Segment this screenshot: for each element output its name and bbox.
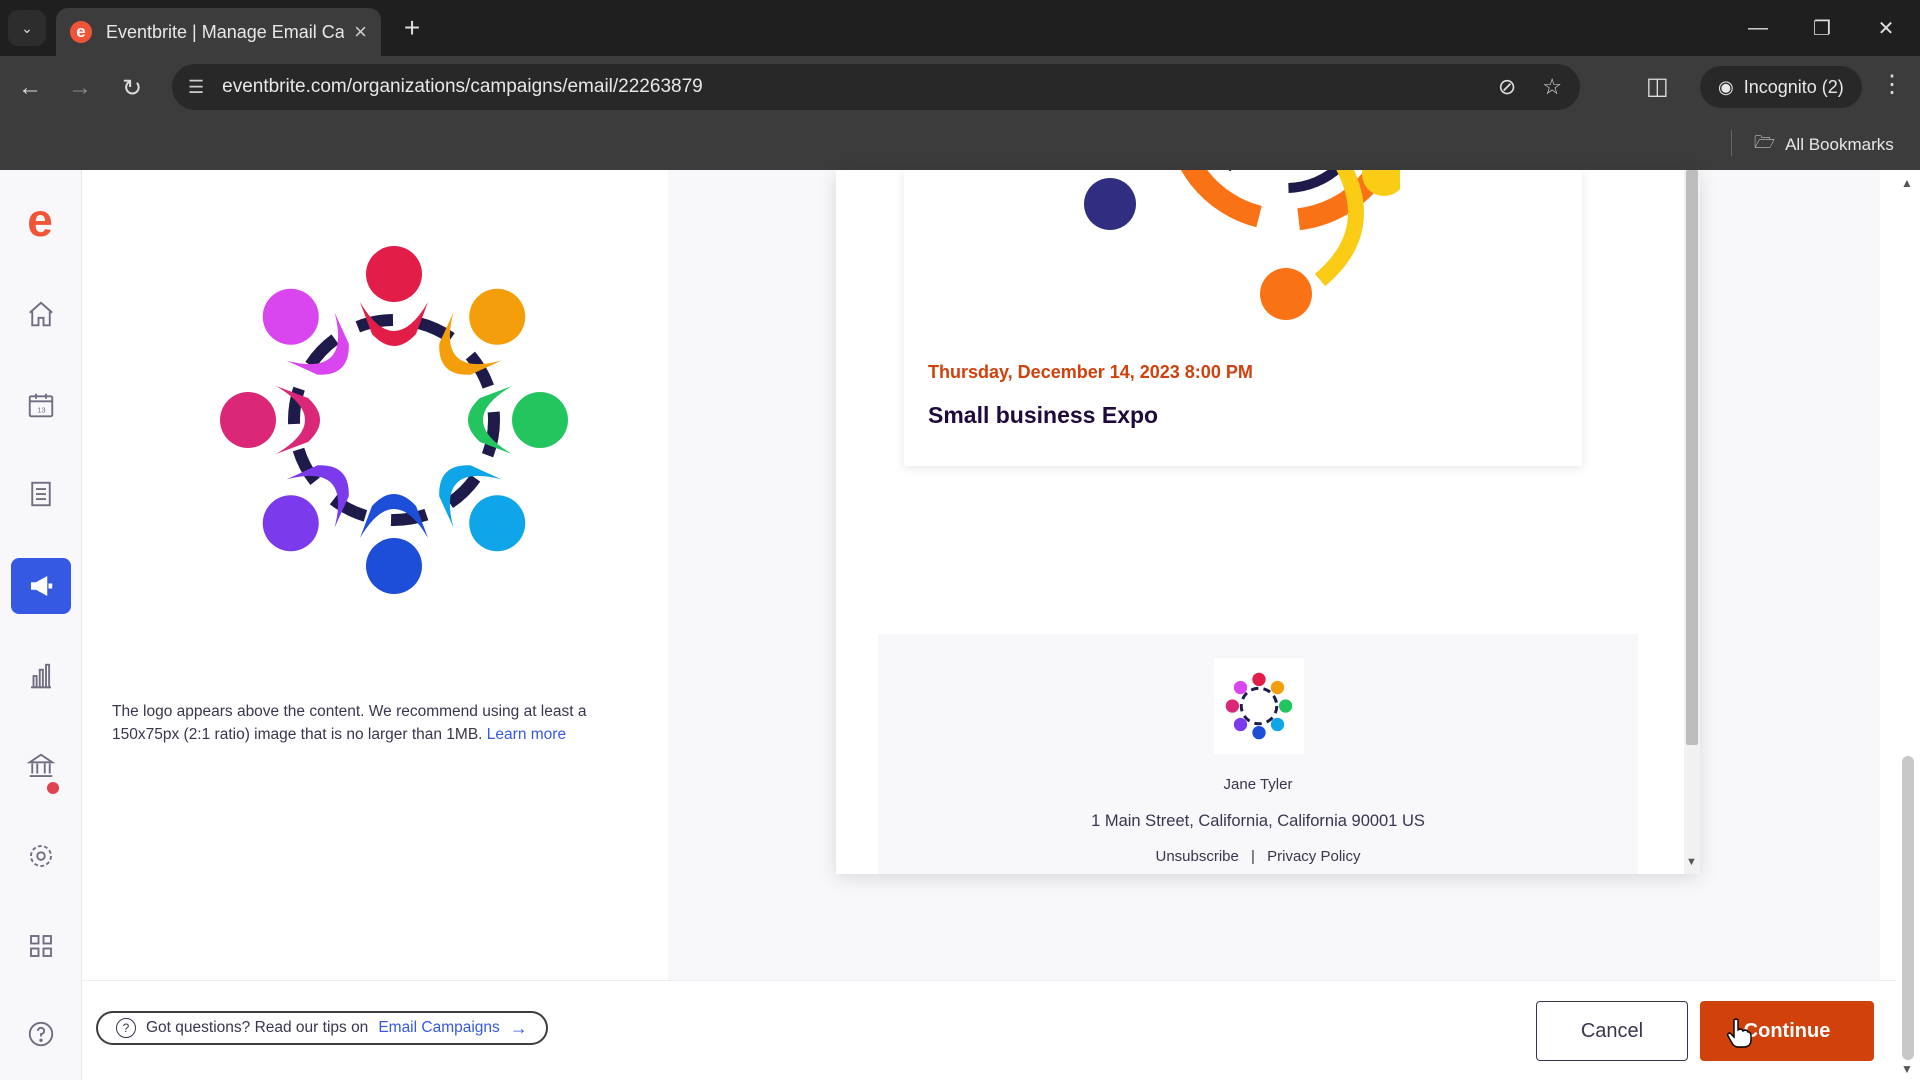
question-icon: ? xyxy=(116,1018,136,1038)
email-campaigns-link[interactable]: Email Campaigns xyxy=(378,1019,499,1037)
action-bar: ? Got questions? Read our tips on Email … xyxy=(82,980,1896,1080)
footer-links: Unsubscribe | Privacy Policy xyxy=(878,848,1638,865)
organizer-address: 1 Main Street, California, California 90… xyxy=(1091,812,1425,830)
calendar-icon: 13 xyxy=(28,393,54,418)
page-scrollbar-thumb[interactable] xyxy=(1902,756,1914,1060)
nav-finance[interactable] xyxy=(11,738,71,794)
learn-more-link[interactable]: Learn more xyxy=(487,726,566,743)
tab-search-button[interactable]: ⌄ xyxy=(8,10,46,46)
page-scroll-up-icon[interactable]: ▲ xyxy=(1901,176,1913,190)
event-title: Small business Expo xyxy=(928,402,1159,428)
home-icon xyxy=(29,301,53,327)
hand-cursor-icon xyxy=(1727,1018,1752,1048)
side-nav: e 13 xyxy=(0,170,82,1080)
event-date: Thursday, December 14, 2023 8:00 PM xyxy=(928,362,1253,382)
browser-toolbar: ← → ↻ ☰ eventbrite.com/organizations/cam… xyxy=(0,56,1920,118)
megaphone-icon xyxy=(31,576,53,596)
tab-title: Eventbrite | Manage Email Campaigns xyxy=(106,21,345,42)
bookmarks-divider xyxy=(1731,130,1732,156)
browser-tab[interactable]: e Eventbrite | Manage Email Campaigns × xyxy=(56,8,381,56)
organizer-logo-image[interactable] xyxy=(112,170,632,670)
organizer-logo-small-icon xyxy=(1225,672,1293,740)
footer-logo xyxy=(1214,658,1304,754)
link-separator: | xyxy=(1251,848,1255,865)
unsubscribe-link[interactable]: Unsubscribe xyxy=(1156,848,1239,865)
address-bar[interactable]: ☰ eventbrite.com/organizations/campaigns… xyxy=(172,64,1580,110)
window-close-icon[interactable]: ✕ xyxy=(1866,10,1906,46)
event-card[interactable]: Thursday, December 14, 2023 8:00 PM Smal… xyxy=(904,170,1582,466)
incognito-badge[interactable]: ◉ Incognito (2) xyxy=(1700,66,1862,108)
eventbrite-favicon-icon: e xyxy=(70,21,92,43)
tips-banner[interactable]: ? Got questions? Read our tips on Email … xyxy=(96,1011,548,1045)
all-bookmarks-label: All Bookmarks xyxy=(1785,134,1894,154)
bookmark-star-icon[interactable]: ☆ xyxy=(1542,74,1562,100)
incognito-label: Incognito (2) xyxy=(1743,76,1844,97)
page-scrollbar[interactable]: ▲ ▼ xyxy=(1896,170,1920,1080)
eventbrite-logo-icon[interactable]: e xyxy=(18,197,62,244)
new-tab-button[interactable]: + xyxy=(396,12,428,44)
folder-icon: 🗁 xyxy=(1754,133,1776,152)
privacy-policy-link[interactable]: Privacy Policy xyxy=(1267,848,1360,865)
nav-marketing[interactable] xyxy=(11,558,71,614)
arrow-right-icon: → xyxy=(509,1017,528,1038)
back-icon[interactable]: ← xyxy=(10,68,50,108)
browser-menu-icon[interactable]: ⋮ xyxy=(1880,70,1904,99)
logo-editor-panel: The logo appears above the content. We r… xyxy=(82,170,668,980)
preview-scrollbar-thumb[interactable] xyxy=(1686,170,1698,745)
svg-text:13: 13 xyxy=(37,406,45,415)
nav-help[interactable] xyxy=(11,1006,71,1062)
event-image xyxy=(1084,170,1400,320)
finance-alert-badge xyxy=(47,782,59,794)
scroll-down-icon[interactable]: ▼ xyxy=(1686,856,1697,868)
orders-icon xyxy=(31,481,51,507)
eye-off-icon[interactable]: ⊘ xyxy=(1498,74,1516,100)
bar-chart-icon xyxy=(31,663,51,689)
url-text: eventbrite.com/organizations/campaigns/e… xyxy=(222,76,703,97)
logo-caption: The logo appears above the content. We r… xyxy=(112,700,622,746)
nav-reports[interactable] xyxy=(11,648,71,704)
email-preview-frame[interactable]: Thursday, December 14, 2023 8:00 PM Smal… xyxy=(836,170,1700,874)
nav-events[interactable]: 13 xyxy=(11,377,71,433)
page-scroll-down-icon[interactable]: ▼ xyxy=(1901,1062,1913,1076)
side-panel-icon[interactable]: ◫ xyxy=(1646,72,1669,101)
site-info-icon[interactable]: ☰ xyxy=(188,77,204,98)
tips-text: Got questions? Read our tips on xyxy=(146,1019,369,1036)
gear-icon xyxy=(30,845,52,867)
reload-icon[interactable]: ↻ xyxy=(112,68,152,108)
nav-settings[interactable] xyxy=(11,828,71,884)
forward-icon[interactable]: → xyxy=(60,68,100,108)
bank-icon xyxy=(26,753,56,777)
preview-scrollbar[interactable]: ▼ xyxy=(1684,170,1700,874)
bookmarks-bar: 🗁 All Bookmarks xyxy=(0,118,1920,170)
browser-tabbar: ⌄ e Eventbrite | Manage Email Campaigns … xyxy=(0,0,1920,56)
nav-apps[interactable] xyxy=(11,918,71,974)
email-footer: Jane Tyler 1 Main Street, California, Ca… xyxy=(878,634,1638,874)
cancel-button[interactable]: Cancel xyxy=(1536,1001,1688,1061)
organizer-name: Jane Tyler xyxy=(1223,776,1293,793)
minimize-icon[interactable]: — xyxy=(1738,10,1778,46)
apps-grid-icon xyxy=(30,935,52,957)
nav-orders[interactable] xyxy=(11,466,71,522)
restore-icon[interactable]: ❐ xyxy=(1802,10,1842,46)
all-bookmarks-button[interactable]: 🗁 All Bookmarks xyxy=(1754,130,1894,159)
incognito-icon: ◉ xyxy=(1718,76,1734,97)
help-icon xyxy=(28,1021,54,1047)
nav-home[interactable] xyxy=(11,286,71,342)
tab-close-icon[interactable]: × xyxy=(354,19,367,45)
